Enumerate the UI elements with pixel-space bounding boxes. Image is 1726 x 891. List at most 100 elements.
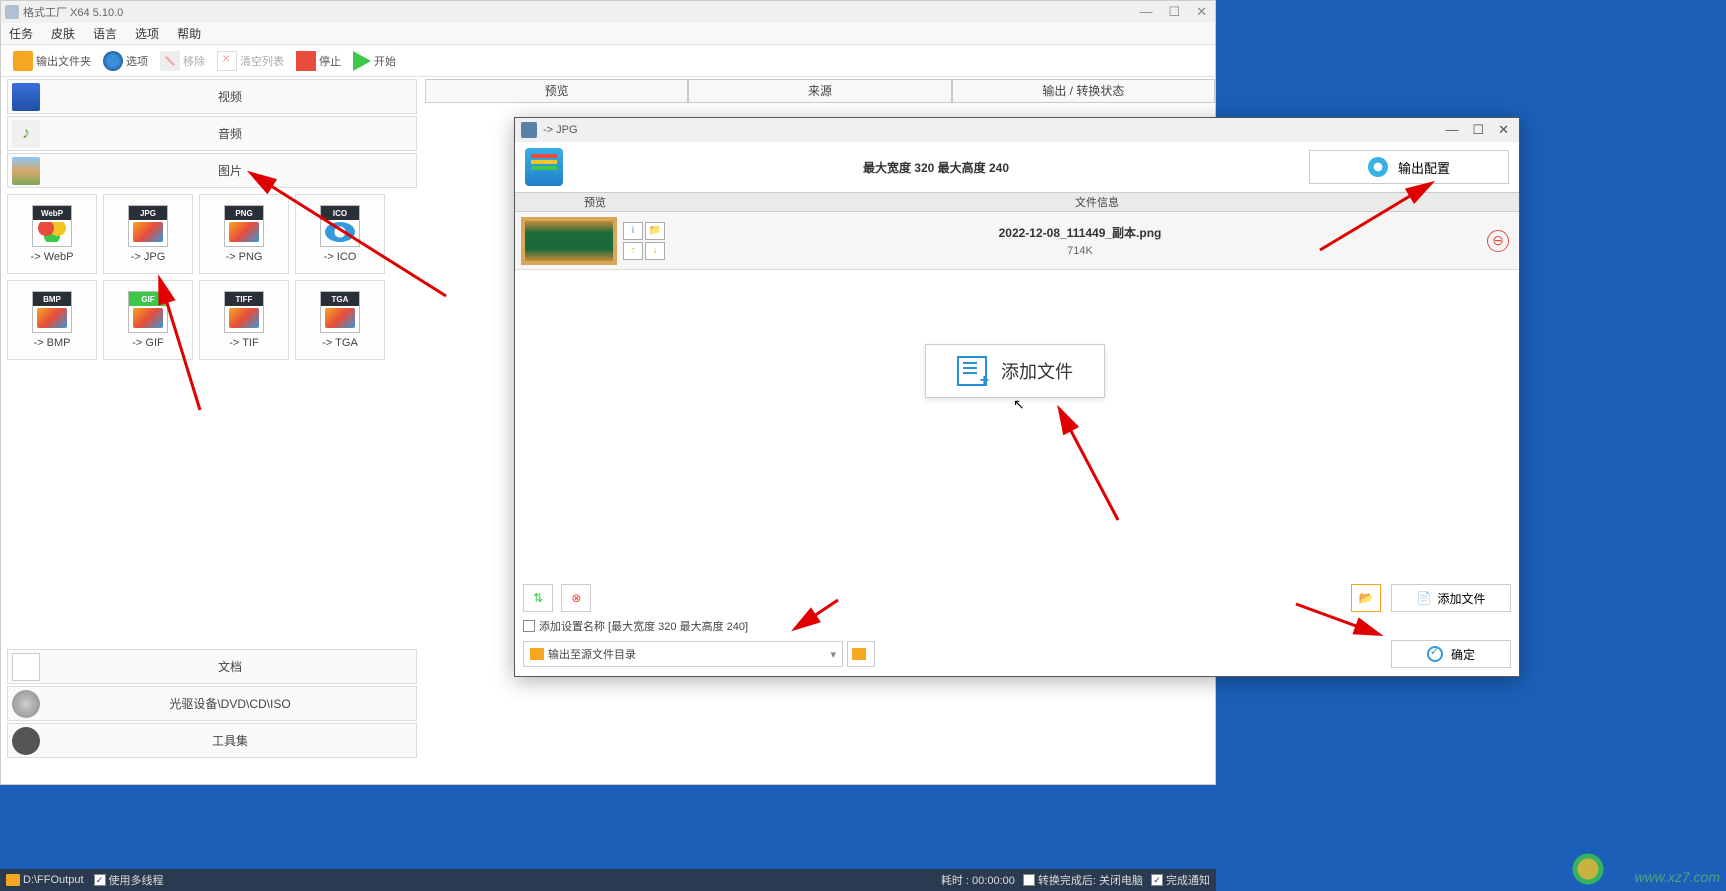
- notify-toggle[interactable]: ✓ 完成通知: [1151, 872, 1210, 888]
- format-bmp[interactable]: -> BMP: [7, 280, 97, 360]
- add-setting-name-checkbox[interactable]: 添加设置名称 [最大宽度 320 最大高度 240]: [523, 618, 1511, 634]
- watermark-logo: [1570, 851, 1606, 887]
- add-folder-button[interactable]: 📂: [1351, 584, 1381, 612]
- remove-icon: [160, 51, 180, 71]
- menu-options[interactable]: 选项: [135, 25, 159, 42]
- remove-button[interactable]: 移除: [156, 49, 209, 73]
- dvd-icon: [12, 690, 40, 718]
- file-info: 2022-12-08_111449_副本.png 714K: [673, 224, 1487, 257]
- add-file-icon: 📄: [1417, 591, 1432, 605]
- options-icon: [103, 51, 123, 71]
- tools-icon: [12, 727, 40, 755]
- checkbox-icon: ✓: [1151, 874, 1163, 886]
- browse-folder-button[interactable]: [847, 641, 875, 667]
- gif-icon: [128, 291, 168, 333]
- info-icon[interactable]: i: [623, 222, 643, 240]
- remove-file-button[interactable]: ⊖: [1487, 230, 1509, 252]
- category-tools[interactable]: 工具集: [7, 723, 417, 758]
- dialog-titlebar: -> JPG — ☐ ✕: [515, 118, 1519, 142]
- format-webp[interactable]: -> WebP: [7, 194, 97, 274]
- after-convert-toggle[interactable]: 转换完成后: 关闭电脑: [1023, 872, 1143, 888]
- sort-button[interactable]: ⇅: [523, 584, 553, 612]
- menu-help[interactable]: 帮助: [177, 25, 201, 42]
- move-up-icon[interactable]: ↑: [623, 242, 643, 260]
- clear-button[interactable]: ⊗: [561, 584, 591, 612]
- tab-preview[interactable]: 预览: [425, 79, 688, 103]
- dialog-bottom: ⇅ ⊗ 📂 📄 添加文件 添加设置名称 [最大宽度 320 最大高度 240] …: [523, 584, 1511, 668]
- format-gif[interactable]: -> GIF: [103, 280, 193, 360]
- watermark-text: www.xz7.com: [1634, 869, 1720, 885]
- clear-list-button[interactable]: 清空列表: [213, 49, 288, 73]
- task-tabs: 预览 来源 输出 / 转换状态: [425, 79, 1215, 103]
- add-file-big-button[interactable]: 添加文件: [925, 344, 1105, 398]
- output-config-button[interactable]: 输出配置: [1309, 150, 1509, 184]
- add-file-button[interactable]: 📄 添加文件: [1391, 584, 1511, 612]
- video-icon: [12, 83, 40, 111]
- format-tga[interactable]: -> TGA: [295, 280, 385, 360]
- file-size: 714K: [673, 245, 1487, 257]
- file-thumbnail: [521, 217, 617, 265]
- jpg-dialog: -> JPG — ☐ ✕ 最大宽度 320 最大高度 240 输出配置 预览 文…: [514, 117, 1520, 677]
- col-preview: 预览: [515, 193, 675, 211]
- checkbox-icon: [523, 620, 535, 632]
- window-title: 格式工厂 X64 5.10.0: [23, 4, 123, 20]
- folder-icon: [530, 648, 544, 660]
- bmp-icon: [32, 291, 72, 333]
- dialog-minimize[interactable]: —: [1441, 122, 1462, 138]
- dialog-title: -> JPG: [543, 124, 578, 136]
- document-icon: [12, 653, 40, 681]
- ok-button[interactable]: 确定: [1391, 640, 1511, 668]
- dialog-header: 最大宽度 320 最大高度 240 输出配置: [515, 142, 1519, 192]
- menu-language[interactable]: 语言: [93, 25, 117, 42]
- category-dvd[interactable]: 光驱设备\DVD\CD\ISO: [7, 686, 417, 721]
- dialog-icon: [521, 122, 537, 138]
- format-ico[interactable]: -> ICO: [295, 194, 385, 274]
- menu-skin[interactable]: 皮肤: [51, 25, 75, 42]
- scanner-icon: [525, 148, 563, 186]
- add-file-icon: [957, 356, 987, 386]
- start-button[interactable]: 开始: [349, 49, 400, 73]
- output-folder-combo[interactable]: 输出至源文件目录: [523, 641, 843, 667]
- tiff-icon: [224, 291, 264, 333]
- file-list: i 📁 ↑ ↓ 2022-12-08_111449_副本.png 714K ⊖: [515, 212, 1519, 272]
- check-icon: [1427, 646, 1443, 662]
- folder-icon: [852, 648, 866, 660]
- file-name: 2022-12-08_111449_副本.png: [673, 224, 1487, 241]
- category-audio[interactable]: ♪ 音频: [7, 116, 417, 151]
- dialog-columns: 预览 文件信息: [515, 192, 1519, 212]
- webp-icon: [32, 205, 72, 247]
- stop-button[interactable]: 停止: [292, 49, 345, 73]
- output-folder-button[interactable]: 输出文件夹: [9, 49, 95, 73]
- menubar: 任务 皮肤 语言 选项 帮助: [1, 23, 1215, 45]
- checkbox-icon: ✓: [94, 874, 106, 886]
- dialog-maximize[interactable]: ☐: [1468, 122, 1488, 138]
- format-png[interactable]: -> PNG: [199, 194, 289, 274]
- category-image[interactable]: 图片: [7, 153, 417, 188]
- multithread-toggle[interactable]: ✓ 使用多线程: [94, 872, 164, 888]
- format-jpg[interactable]: -> JPG: [103, 194, 193, 274]
- menu-task[interactable]: 任务: [9, 25, 33, 42]
- options-button[interactable]: 选项: [99, 49, 152, 73]
- folder-icon: [13, 51, 33, 71]
- tab-status[interactable]: 输出 / 转换状态: [952, 79, 1215, 103]
- dialog-close[interactable]: ✕: [1494, 122, 1513, 138]
- file-row[interactable]: i 📁 ↑ ↓ 2022-12-08_111449_副本.png 714K ⊖: [515, 212, 1519, 270]
- minimize-button[interactable]: —: [1135, 4, 1156, 20]
- category-video[interactable]: 视频: [7, 79, 417, 114]
- cursor-icon: ↖: [1013, 396, 1025, 413]
- toolbar: 输出文件夹 选项 移除 清空列表 停止 开始: [1, 45, 1215, 77]
- close-button[interactable]: ✕: [1192, 4, 1211, 20]
- audio-icon: ♪: [12, 120, 40, 148]
- maximize-button[interactable]: ☐: [1164, 4, 1184, 20]
- file-row-actions: i 📁 ↑ ↓: [623, 222, 665, 260]
- move-down-icon[interactable]: ↓: [645, 242, 665, 260]
- category-document[interactable]: 文档: [7, 649, 417, 684]
- app-icon: [5, 5, 19, 19]
- elapsed-time: 耗时 : 00:00:00: [941, 872, 1015, 888]
- format-tiff[interactable]: -> TIF: [199, 280, 289, 360]
- checkbox-icon: [1023, 874, 1035, 886]
- output-path-item[interactable]: D:\FFOutput: [6, 874, 84, 886]
- tab-source[interactable]: 来源: [688, 79, 951, 103]
- folder-icon[interactable]: 📁: [645, 222, 665, 240]
- jpg-icon: [128, 205, 168, 247]
